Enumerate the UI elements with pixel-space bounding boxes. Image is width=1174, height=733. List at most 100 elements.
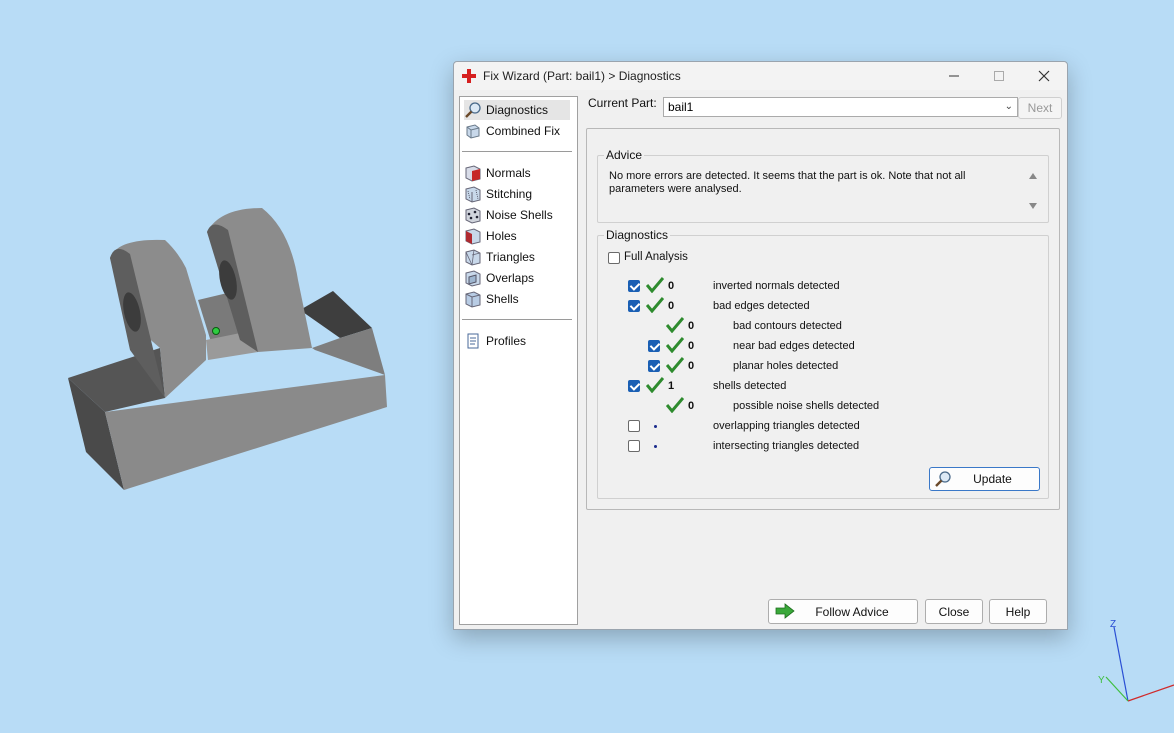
sidebar-item-label: Normals bbox=[486, 166, 531, 180]
sidebar-item-label: Combined Fix bbox=[486, 124, 561, 138]
box-icon bbox=[466, 124, 480, 139]
green-check-icon bbox=[666, 397, 684, 413]
axis-z-label: Z bbox=[1110, 619, 1116, 630]
chevron-down-icon: ⌄ bbox=[1004, 101, 1013, 112]
sidebar-item-label: Profiles bbox=[486, 334, 527, 348]
maximize-button[interactable] bbox=[976, 62, 1022, 90]
sidebar-item-label: Shells bbox=[486, 292, 519, 306]
current-part-select[interactable]: bail1 ⌄ bbox=[663, 97, 1018, 117]
sidebar-item-shells[interactable]: Shells bbox=[464, 289, 519, 309]
full-analysis-checkbox[interactable] bbox=[608, 252, 620, 264]
row-count: 0 bbox=[688, 340, 695, 352]
sidebar-item-normals[interactable]: Normals bbox=[464, 163, 531, 183]
full-analysis-label: Full Analysis bbox=[624, 251, 688, 263]
document-icon bbox=[467, 333, 479, 349]
row-count: 0 bbox=[668, 280, 675, 292]
row-label: shells detected bbox=[713, 380, 787, 392]
minimize-button[interactable] bbox=[931, 62, 977, 90]
axis-y-label: Y bbox=[1098, 675, 1105, 686]
noise-shells-icon bbox=[465, 207, 481, 224]
green-arrow-icon bbox=[775, 603, 795, 619]
current-part-label: Current Part: bbox=[588, 96, 657, 110]
triangles-icon bbox=[465, 249, 481, 266]
sidebar-item-overlaps[interactable]: Overlaps bbox=[464, 268, 534, 288]
sidebar-item-profiles[interactable]: Profiles bbox=[464, 331, 526, 351]
part-model[interactable] bbox=[0, 0, 420, 520]
row-checkbox[interactable] bbox=[648, 340, 660, 352]
sidebar-item-noise-shells[interactable]: Noise Shells bbox=[464, 205, 553, 225]
row-label: intersecting triangles detected bbox=[713, 440, 860, 452]
row-label: planar holes detected bbox=[733, 360, 839, 372]
row-checkbox[interactable] bbox=[648, 360, 660, 372]
sidebar-item-label: Noise Shells bbox=[486, 208, 553, 222]
advice-text: No more errors are detected. It seems th… bbox=[609, 170, 966, 195]
maximize-icon bbox=[994, 71, 1004, 81]
green-check-icon bbox=[666, 337, 684, 353]
row-checkbox[interactable] bbox=[628, 380, 640, 392]
close-button[interactable]: Close bbox=[925, 599, 983, 624]
row-label: bad contours detected bbox=[733, 320, 842, 332]
follow-advice-label: Follow Advice bbox=[815, 604, 889, 619]
row-checkbox[interactable] bbox=[628, 440, 640, 452]
close-window-button[interactable] bbox=[1021, 62, 1067, 90]
holes-icon bbox=[465, 228, 481, 245]
sidebar-item-holes[interactable]: Holes bbox=[464, 226, 517, 246]
sidebar-item-label: Overlaps bbox=[486, 271, 535, 285]
axis-triad: Z Y bbox=[1098, 619, 1174, 702]
row-label: near bad edges detected bbox=[733, 340, 855, 352]
magnifier-icon bbox=[935, 471, 951, 487]
scroll-down-icon[interactable] bbox=[1028, 202, 1038, 210]
next-button[interactable]: Next bbox=[1018, 97, 1062, 119]
row-count: 0 bbox=[688, 400, 695, 412]
sidebar-item-combined-fix[interactable]: Combined Fix bbox=[464, 121, 560, 141]
green-check-icon bbox=[666, 357, 684, 373]
sidebar-item-stitching[interactable]: Stitching bbox=[464, 184, 532, 204]
advice-group: Advice No more errors are detected. It s… bbox=[597, 148, 1049, 223]
row-label: bad edges detected bbox=[713, 300, 810, 312]
wizard-sidebar: Diagnostics Combined Fix Normals Stitchi… bbox=[459, 96, 578, 625]
sidebar-divider bbox=[462, 319, 572, 320]
row-label: inverted normals detected bbox=[713, 280, 840, 292]
sidebar-item-label: Holes bbox=[486, 229, 517, 243]
row-label: possible noise shells detected bbox=[733, 400, 880, 412]
bullet-icon bbox=[654, 445, 657, 448]
row-checkbox[interactable] bbox=[628, 420, 640, 432]
red-cross-icon bbox=[462, 69, 476, 83]
green-check-icon bbox=[646, 277, 664, 293]
title-bar[interactable]: Fix Wizard (Part: bail1) > Diagnostics bbox=[454, 62, 1067, 90]
stitching-icon bbox=[465, 186, 481, 203]
follow-advice-button[interactable]: Follow Advice bbox=[768, 599, 918, 624]
sidebar-item-label: Stitching bbox=[486, 187, 533, 201]
overlaps-icon bbox=[465, 270, 481, 287]
sidebar-item-label: Triangles bbox=[486, 250, 535, 264]
green-check-icon bbox=[646, 377, 664, 393]
sidebar-divider bbox=[462, 151, 572, 152]
diagnostics-group: Diagnostics Full Analysis 0 inverted nor… bbox=[597, 228, 1049, 499]
sidebar-item-diagnostics[interactable]: Diagnostics bbox=[464, 100, 570, 120]
row-count: 1 bbox=[668, 380, 675, 392]
fix-wizard-dialog[interactable]: Fix Wizard (Part: bail1) > Diagnostics D… bbox=[453, 61, 1068, 630]
scroll-up-icon[interactable] bbox=[1028, 172, 1038, 180]
bullet-icon bbox=[654, 425, 657, 428]
current-part-value: bail1 bbox=[668, 100, 694, 114]
shells-icon bbox=[465, 291, 481, 308]
window-title: Fix Wizard (Part: bail1) > Diagnostics bbox=[483, 69, 681, 83]
sidebar-item-label: Diagnostics bbox=[486, 103, 549, 117]
row-checkbox[interactable] bbox=[628, 300, 640, 312]
green-check-icon bbox=[666, 317, 684, 333]
magnifier-icon bbox=[465, 102, 481, 118]
row-count: 0 bbox=[688, 360, 695, 372]
diagnostics-panel: Advice No more errors are detected. It s… bbox=[586, 128, 1060, 510]
advice-title: Advice bbox=[604, 148, 645, 162]
normals-icon bbox=[465, 165, 481, 182]
row-checkbox[interactable] bbox=[628, 280, 640, 292]
row-count: 0 bbox=[668, 300, 675, 312]
row-label: overlapping triangles detected bbox=[713, 420, 860, 432]
close-icon bbox=[1038, 70, 1050, 82]
help-button[interactable]: Help bbox=[989, 599, 1047, 624]
update-button[interactable]: Update bbox=[929, 467, 1040, 491]
update-label: Update bbox=[973, 472, 1012, 486]
diagnostics-title: Diagnostics bbox=[604, 228, 671, 242]
row-count: 0 bbox=[688, 320, 695, 332]
sidebar-item-triangles[interactable]: Triangles bbox=[464, 247, 535, 267]
